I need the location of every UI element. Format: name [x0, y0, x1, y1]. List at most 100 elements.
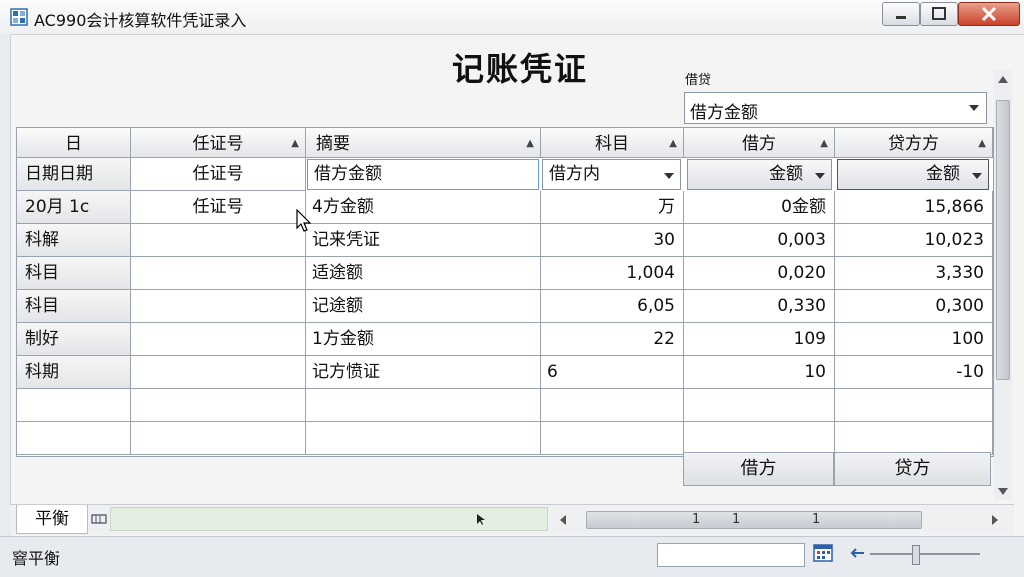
table-cell[interactable] [131, 257, 306, 290]
vertical-scrollbar[interactable] [994, 70, 1012, 500]
col-header-debit[interactable]: 借方 ▲ [684, 128, 835, 158]
sheet-tab-balance[interactable]: 平衡 [16, 505, 88, 534]
table-cell[interactable]: 10,023 [835, 224, 993, 257]
table-cell[interactable] [131, 290, 306, 323]
table-cell[interactable]: 任证号 [131, 191, 306, 224]
table-cell[interactable]: 15,866 [835, 191, 993, 224]
debit-total-button[interactable]: 借方 [683, 452, 834, 486]
table-cell[interactable] [306, 389, 541, 422]
zoom-out-arrow-icon[interactable] [848, 543, 868, 563]
table-cell[interactable] [541, 389, 684, 422]
table-cell[interactable]: 22 [541, 323, 684, 356]
table-cell[interactable] [131, 389, 306, 422]
row-header[interactable] [17, 422, 131, 455]
credit-total-button[interactable]: 贷方 [834, 452, 991, 486]
col-header-summary[interactable]: 摘要 ▲ [306, 128, 541, 158]
row-header[interactable]: 日期日期 [17, 158, 131, 191]
zoom-slider-knob[interactable] [912, 545, 920, 565]
table-cell[interactable] [306, 422, 541, 455]
table-cell[interactable]: 0,020 [684, 257, 835, 290]
col-header-label: 借方 [742, 134, 776, 154]
table-cell[interactable]: 记途额 [306, 290, 541, 323]
table-cell[interactable] [131, 323, 306, 356]
vertical-scroll-thumb[interactable] [996, 100, 1010, 380]
col-header-credit[interactable]: 贷方方 ▲ [835, 128, 993, 158]
credit-dropdown[interactable]: 金额 [837, 159, 989, 190]
table-cell[interactable]: 100 [835, 323, 993, 356]
zoom-slider-track[interactable] [870, 553, 980, 555]
cell-text: 10 [804, 362, 826, 382]
scroll-left-icon[interactable] [556, 513, 570, 527]
table-cell[interactable] [131, 224, 306, 257]
cell-text: 1方金额 [312, 329, 374, 349]
chevron-down-icon [815, 173, 825, 179]
table-cell[interactable]: 万 [541, 191, 684, 224]
chevron-down-icon[interactable] [962, 93, 986, 123]
table-cell[interactable] [131, 356, 306, 389]
table-cell[interactable]: 4方金额 [306, 191, 541, 224]
cursor-arrow-icon[interactable] [468, 509, 490, 529]
summary-edit-field[interactable]: 借方金额 [307, 159, 539, 190]
debit-dropdown[interactable]: 金额 [687, 159, 832, 190]
table-cell[interactable] [131, 422, 306, 455]
cell-text: 4方金额 [312, 197, 374, 217]
table-cell[interactable]: 6,05 [541, 290, 684, 323]
col-header-label: 贷方方 [888, 134, 939, 154]
table-cell[interactable] [684, 422, 835, 455]
sort-icon: ▲ [820, 138, 828, 149]
table-cell[interactable] [835, 422, 993, 455]
voucher-no-cell[interactable]: 任证号 [131, 158, 306, 191]
col-header-label: 日 [65, 134, 82, 154]
account-dropdown[interactable]: 借方内 [542, 159, 681, 190]
amount-type-combo[interactable]: 借方金额 [684, 92, 987, 124]
table-cell[interactable]: 记来凭证 [306, 224, 541, 257]
minimize-button[interactable] [882, 2, 920, 26]
row-header-label: 科目 [25, 296, 59, 316]
calendar-icon[interactable] [813, 543, 833, 563]
col-header-date[interactable]: 日 [17, 128, 131, 158]
cell-text: 6 [547, 362, 558, 382]
horizontal-scrollbar[interactable]: 1 1 1 [552, 509, 1008, 531]
sheet-list-icon[interactable] [90, 511, 108, 527]
scroll-down-icon[interactable] [998, 488, 1008, 495]
close-button[interactable] [958, 2, 1020, 26]
sort-icon: ▲ [526, 138, 534, 149]
col-header-voucher-no[interactable]: 任证号 ▲ [131, 128, 306, 158]
table-cell[interactable]: 适途额 [306, 257, 541, 290]
table-cell[interactable]: 0,300 [835, 290, 993, 323]
cell-text: 10,023 [924, 230, 984, 250]
table-cell[interactable]: 1,004 [541, 257, 684, 290]
row-header[interactable] [17, 389, 131, 422]
table-cell[interactable]: 10 [684, 356, 835, 389]
table-cell[interactable]: 0,003 [684, 224, 835, 257]
table-cell[interactable]: 6 [541, 356, 684, 389]
col-header-label: 任证号 [192, 134, 244, 154]
table-cell[interactable]: 记方愤证 [306, 356, 541, 389]
horizontal-scroll-thumb[interactable] [586, 511, 922, 529]
table-cell[interactable] [684, 389, 835, 422]
row-header[interactable]: 科解 [17, 224, 131, 257]
scroll-up-icon[interactable] [998, 76, 1008, 83]
maximize-button[interactable] [920, 2, 958, 26]
cell-text: 109 [793, 329, 826, 349]
table-cell[interactable] [541, 422, 684, 455]
cell-text: 借方金额 [314, 164, 382, 184]
scroll-mark: 1 [692, 512, 701, 527]
table-cell[interactable]: 3,330 [835, 257, 993, 290]
scroll-right-icon[interactable] [988, 513, 1002, 527]
row-header[interactable]: 科目 [17, 290, 131, 323]
row-header[interactable]: 20月 1c [17, 191, 131, 224]
cell-text: 0金额 [781, 197, 826, 217]
table-cell[interactable]: 0,330 [684, 290, 835, 323]
row-header[interactable]: 科期 [17, 356, 131, 389]
table-cell[interactable]: 109 [684, 323, 835, 356]
col-header-account[interactable]: 科目 ▲ [541, 128, 684, 158]
table-cell[interactable]: -10 [835, 356, 993, 389]
table-cell[interactable]: 1方金额 [306, 323, 541, 356]
table-cell[interactable] [835, 389, 993, 422]
row-header[interactable]: 科目 [17, 257, 131, 290]
row-header[interactable]: 制好 [17, 323, 131, 356]
table-cell[interactable]: 30 [541, 224, 684, 257]
close-icon [981, 6, 997, 22]
table-cell[interactable]: 0金额 [684, 191, 835, 224]
